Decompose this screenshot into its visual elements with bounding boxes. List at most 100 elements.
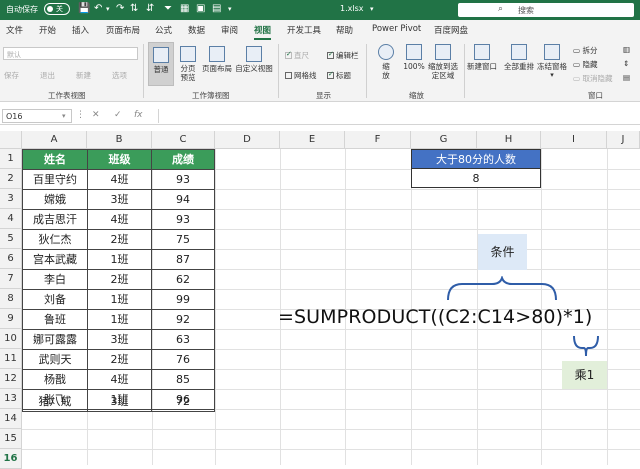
tab-home[interactable]: 开始: [39, 24, 56, 36]
row-header[interactable]: 6: [0, 249, 22, 269]
formula-bar-checkbox[interactable]: 编辑栏: [327, 50, 359, 61]
score-cell[interactable]: 94: [152, 190, 215, 210]
unhide-button[interactable]: ▭ 取消隐藏: [573, 73, 612, 84]
tab-view[interactable]: 视图: [254, 24, 272, 40]
search-input[interactable]: ⌕ 搜索: [458, 3, 634, 17]
class-cell[interactable]: 4班: [88, 170, 152, 190]
formula-input[interactable]: [158, 109, 638, 123]
row-header[interactable]: 16: [0, 449, 22, 469]
table-header-cell[interactable]: 姓名: [23, 150, 88, 170]
name-cell[interactable]: 鲁班: [23, 310, 88, 330]
class-cell[interactable]: 3班: [88, 392, 152, 412]
select-all-corner[interactable]: [0, 131, 22, 149]
save-icon[interactable]: 💾: [78, 3, 90, 14]
row-header[interactable]: 1: [0, 149, 22, 169]
row-header[interactable]: 2: [0, 169, 22, 189]
row-header[interactable]: 8: [0, 289, 22, 309]
class-cell[interactable]: 2班: [88, 230, 152, 250]
tab-file[interactable]: 文件: [6, 24, 23, 36]
sheet-view-dropdown[interactable]: 默认: [3, 47, 138, 60]
filename-dropdown-icon[interactable]: ▾: [370, 5, 374, 13]
headings-checkbox[interactable]: 标题: [327, 70, 351, 81]
tab-insert[interactable]: 插入: [72, 24, 89, 36]
column-header-f[interactable]: F: [345, 131, 411, 149]
view-side-by-side-icon[interactable]: ▥: [623, 45, 630, 54]
page-layout-view-button[interactable]: 页面布局: [201, 42, 233, 73]
tab-review[interactable]: 审阅: [221, 24, 238, 36]
page-break-preview-button[interactable]: 分页预览: [176, 42, 200, 82]
column-header-e[interactable]: E: [280, 131, 345, 149]
sheet-view-keep-button[interactable]: 保存: [4, 70, 19, 81]
row-header[interactable]: 9: [0, 309, 22, 329]
column-header-h[interactable]: H: [477, 131, 541, 149]
column-header-j[interactable]: J: [607, 131, 640, 149]
name-cell[interactable]: 百里守约: [23, 170, 88, 190]
row-header[interactable]: 14: [0, 409, 22, 429]
column-header-d[interactable]: D: [215, 131, 280, 149]
class-cell[interactable]: 3班: [88, 330, 152, 350]
name-box-dropdown-icon[interactable]: ▾: [62, 112, 66, 120]
synchronous-scrolling-icon[interactable]: ⇕: [623, 59, 629, 68]
zoom-to-selection-button[interactable]: 缩放到选定区域: [428, 44, 458, 80]
name-cell[interactable]: 刘备: [23, 290, 88, 310]
custom-view-button[interactable]: 自定义视图: [234, 42, 274, 73]
name-cell[interactable]: 武则天: [23, 350, 88, 370]
sort-ascending-icon[interactable]: ⇅: [130, 3, 138, 14]
table-header-cell[interactable]: 班级: [88, 150, 152, 170]
class-cell[interactable]: 1班: [88, 310, 152, 330]
summary-value-cell[interactable]: 8: [411, 168, 541, 188]
class-cell[interactable]: 2班: [88, 270, 152, 290]
sheet-view-options-button[interactable]: 选项: [112, 70, 127, 81]
tab-developer[interactable]: 开发工具: [287, 24, 321, 36]
score-cell[interactable]: 87: [152, 250, 215, 270]
class-cell[interactable]: 2班: [88, 350, 152, 370]
autosave-toggle[interactable]: 关: [44, 3, 70, 15]
row-header[interactable]: 13: [0, 389, 22, 409]
class-cell[interactable]: 1班: [88, 250, 152, 270]
score-cell[interactable]: 99: [152, 290, 215, 310]
tab-help[interactable]: 帮助: [336, 24, 353, 36]
insert-function-icon[interactable]: fx: [134, 110, 143, 120]
summary-header-cell[interactable]: 大于80分的人数: [411, 149, 541, 169]
ruler-checkbox[interactable]: 直尺: [285, 50, 309, 61]
name-cell[interactable]: 宫本武藏: [23, 250, 88, 270]
customize-toolbar-icon[interactable]: ▾: [228, 5, 232, 13]
sheet-view-exit-button[interactable]: 退出: [40, 70, 55, 81]
sort-descending-icon[interactable]: ⇵: [146, 3, 154, 14]
tab-page-layout[interactable]: 页面布局: [106, 24, 140, 36]
split-button[interactable]: ▭ 拆分: [573, 45, 597, 56]
row-header[interactable]: 15: [0, 429, 22, 449]
format-painter-icon[interactable]: ▦: [180, 3, 189, 14]
score-cell[interactable]: 72: [152, 392, 215, 412]
column-header-a[interactable]: A: [22, 131, 87, 149]
class-cell[interactable]: 4班: [88, 370, 152, 390]
hide-button[interactable]: ▭ 隐藏: [573, 59, 597, 70]
name-cell[interactable]: 嫦娥: [23, 190, 88, 210]
undo-icon[interactable]: ↶: [94, 3, 102, 14]
zoom-button[interactable]: 缩放: [374, 44, 398, 80]
score-cell[interactable]: 93: [152, 210, 215, 230]
class-cell[interactable]: 4班: [88, 210, 152, 230]
score-cell[interactable]: 75: [152, 230, 215, 250]
name-cell[interactable]: 杨戬: [23, 370, 88, 390]
name-cell[interactable]: 娜可露露: [23, 330, 88, 350]
new-window-button[interactable]: 新建窗口: [466, 44, 498, 71]
row-header[interactable]: 10: [0, 329, 22, 349]
row-header[interactable]: 12: [0, 369, 22, 389]
score-cell[interactable]: 62: [152, 270, 215, 290]
score-cell[interactable]: 92: [152, 310, 215, 330]
tab-data[interactable]: 数据: [188, 24, 205, 36]
score-cell[interactable]: 93: [152, 170, 215, 190]
sheet-view-new-button[interactable]: 新建: [76, 70, 91, 81]
arrange-all-button[interactable]: 全部重排: [502, 44, 536, 71]
tab-baidu-netdisk[interactable]: 百度网盘: [434, 24, 468, 36]
name-cell[interactable]: 李白: [23, 270, 88, 290]
row-header[interactable]: 4: [0, 209, 22, 229]
name-cell[interactable]: 狄仁杰: [23, 230, 88, 250]
zoom-100-button[interactable]: 100%: [400, 44, 428, 71]
gridlines-checkbox[interactable]: 网格线: [285, 70, 317, 81]
row-header[interactable]: 11: [0, 349, 22, 369]
reset-window-position-icon[interactable]: ▤: [623, 73, 630, 82]
column-header-i[interactable]: I: [541, 131, 607, 149]
cancel-icon[interactable]: ✕: [92, 110, 100, 120]
